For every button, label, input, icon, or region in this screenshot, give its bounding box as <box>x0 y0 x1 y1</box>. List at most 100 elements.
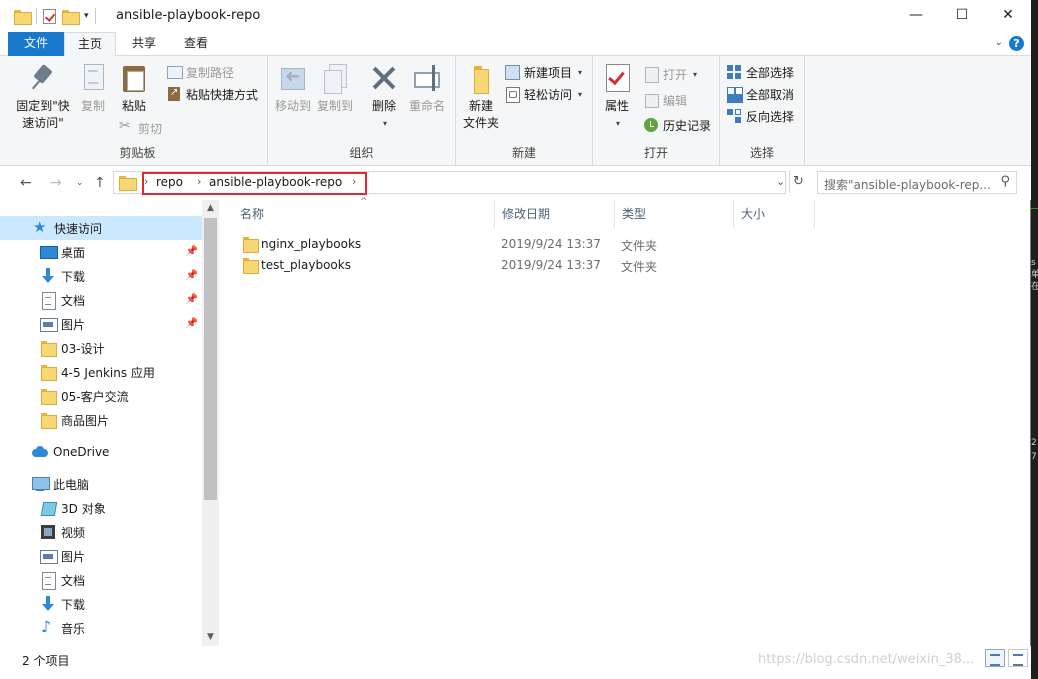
nav-item-quick-access[interactable]: 快速访问 <box>0 216 202 240</box>
pin-icon[interactable]: 📌 <box>186 270 198 281</box>
item-count: 2 个项目 <box>22 654 70 668</box>
nav-item-folder-03[interactable]: 03-设计 <box>0 336 202 360</box>
close-button[interactable]: ✕ <box>985 0 1031 30</box>
window-title: ansible-playbook-repo <box>116 8 261 23</box>
group-label: 打开 <box>643 146 668 160</box>
nav-item-pc-documents[interactable]: 文档 <box>0 568 202 592</box>
pictures-icon <box>40 548 58 564</box>
up-arrow-icon[interactable]: ↑ <box>94 175 106 191</box>
breadcrumb-chevron-icon[interactable]: › <box>197 175 201 188</box>
open-icon <box>643 66 659 83</box>
customize-toolbar-chevron-icon[interactable]: ▾ <box>84 11 89 21</box>
select-none-button[interactable]: 全部取消 <box>726 84 794 104</box>
tab-view[interactable]: 查看 <box>170 32 222 56</box>
search-input[interactable]: 搜索"ansible-playbook-rep... ⚲ <box>817 171 1017 194</box>
watermark: https://blog.csdn.net/weixin_38... <box>758 652 975 667</box>
properties-dropdown-icon[interactable]: ▾ <box>599 115 637 132</box>
pin-to-quick-access-button[interactable]: 固定到"快 速访问" <box>12 62 74 132</box>
copy-path-button[interactable]: 复制路径 <box>166 62 234 82</box>
move-to-button[interactable]: 移动到 <box>272 62 314 115</box>
new-item-button[interactable]: 新建项目 ▾ <box>504 62 582 82</box>
collapse-ribbon-chevron-icon[interactable]: ⌄ <box>995 37 1003 48</box>
nav-item-onedrive[interactable]: OneDrive <box>0 440 202 464</box>
copy-to-button[interactable]: 复制到 <box>314 62 356 115</box>
folder-icon <box>40 412 57 429</box>
nav-item-folder-jenkins[interactable]: 4-5 Jenkins 应用 <box>0 360 202 384</box>
folder-icon <box>119 176 137 191</box>
back-arrow-icon[interactable]: ← <box>20 175 32 191</box>
forward-arrow-icon[interactable]: → <box>50 175 62 191</box>
scrollbar-thumb[interactable] <box>204 218 217 500</box>
rename-icon <box>411 62 443 94</box>
paste-shortcut-button[interactable]: 粘贴快捷方式 <box>166 84 258 104</box>
easy-access-button[interactable]: 轻松访问 ▾ <box>504 84 582 104</box>
breadcrumb-chevron-icon[interactable]: › <box>352 175 356 188</box>
maximize-button[interactable]: ☐ <box>939 0 985 30</box>
nav-item-pc-pictures[interactable]: 图片 <box>0 544 202 568</box>
3d-objects-icon <box>40 500 56 516</box>
column-header-name[interactable]: 名称 <box>233 200 495 228</box>
breadcrumb-ansible-playbook-repo[interactable]: ansible-playbook-repo <box>209 175 342 189</box>
column-header-size[interactable]: 大小 <box>734 200 815 228</box>
rename-button[interactable]: 重命名 <box>406 62 448 115</box>
pin-icon[interactable]: 📌 <box>186 246 198 257</box>
nav-item-videos[interactable]: 视频 <box>0 520 202 544</box>
properties-icon[interactable] <box>43 8 56 24</box>
nav-item-downloads[interactable]: 下载 📌 <box>0 264 202 288</box>
nav-item-pc-downloads[interactable]: 下载 <box>0 592 202 616</box>
tab-file[interactable]: 文件 <box>8 32 64 56</box>
pin-icon[interactable]: 📌 <box>186 318 198 329</box>
properties-button[interactable]: 属性 ▾ <box>597 62 637 132</box>
nav-item-this-pc[interactable]: 此电脑 <box>0 472 202 496</box>
tab-home[interactable]: 主页 <box>64 32 116 57</box>
edit-button[interactable]: 编辑 <box>643 90 687 110</box>
nav-item-folder-05[interactable]: 05-客户交流 <box>0 384 202 408</box>
pictures-icon <box>40 316 58 332</box>
address-dropdown-chevron-icon[interactable]: ⌄ <box>776 175 785 188</box>
delete-dropdown-icon[interactable]: ▾ <box>366 115 404 132</box>
this-pc-icon <box>32 476 50 492</box>
download-icon <box>40 596 56 612</box>
open-button[interactable]: 打开 ▾ <box>643 64 697 84</box>
address-bar[interactable]: › repo › ansible-playbook-repo › <box>113 171 786 195</box>
nav-item-music[interactable]: 音乐 <box>0 616 202 640</box>
copy-button[interactable]: 复制 <box>74 62 112 115</box>
paste-button[interactable]: 粘贴 <box>114 62 154 115</box>
pin-icon[interactable]: 📌 <box>186 294 198 305</box>
nav-item-documents[interactable]: 文档 📌 <box>0 288 202 312</box>
large-icons-view-icon[interactable] <box>1008 649 1028 667</box>
chevron-down-icon: ▾ <box>578 89 583 99</box>
history-button[interactable]: 历史记录 <box>643 115 711 135</box>
column-header-type[interactable]: 类型 <box>615 200 734 228</box>
desktop-icon <box>40 244 58 260</box>
view-switcher <box>985 649 1028 667</box>
nav-item-folder-products[interactable]: 商品图片 <box>0 408 202 432</box>
table-row[interactable]: test_playbooks 2019/9/24 13:37 文件夹 <box>238 255 1018 276</box>
copy-icon <box>77 62 109 94</box>
select-all-button[interactable]: 全部选择 <box>726 62 794 82</box>
recent-locations-chevron-icon[interactable]: ⌄ <box>76 178 84 188</box>
help-icon[interactable]: ? <box>1009 36 1024 51</box>
new-folder-icon[interactable] <box>62 9 80 25</box>
nav-item-3d-objects[interactable]: 3D 对象 <box>0 496 202 520</box>
cut-button[interactable]: 剪切 <box>118 118 162 138</box>
nav-item-desktop[interactable]: 桌面 📌 <box>0 240 202 264</box>
tab-share[interactable]: 共享 <box>118 32 170 56</box>
invert-selection-button[interactable]: 反向选择 <box>726 106 794 126</box>
table-row[interactable]: nginx_playbooks 2019/9/24 13:37 文件夹 <box>238 234 1018 255</box>
scroll-down-icon[interactable]: ▼ <box>202 629 219 646</box>
nav-scrollbar[interactable]: ▲ ▼ <box>202 200 219 646</box>
folder-icon <box>242 236 259 253</box>
group-label: 组织 <box>349 146 374 160</box>
minimize-button[interactable]: — <box>893 0 939 30</box>
delete-button[interactable]: 删除 ▾ <box>364 62 404 132</box>
refresh-icon[interactable]: ↻ <box>789 170 807 193</box>
new-folder-button[interactable]: 新建 文件夹 <box>458 62 504 132</box>
clipboard-group: 固定到"快 速访问" 复制 粘贴 复制路径 粘贴快捷方式 剪切 <box>8 56 268 166</box>
breadcrumb-repo[interactable]: repo <box>156 175 183 189</box>
ribbon-tabs: 文件 主页 共享 查看 ⌄ ? <box>0 32 1031 57</box>
details-view-icon[interactable] <box>985 649 1005 667</box>
nav-item-pictures[interactable]: 图片 📌 <box>0 312 202 336</box>
column-header-date[interactable]: 修改日期 <box>495 200 615 228</box>
scroll-up-icon[interactable]: ▲ <box>202 200 219 217</box>
